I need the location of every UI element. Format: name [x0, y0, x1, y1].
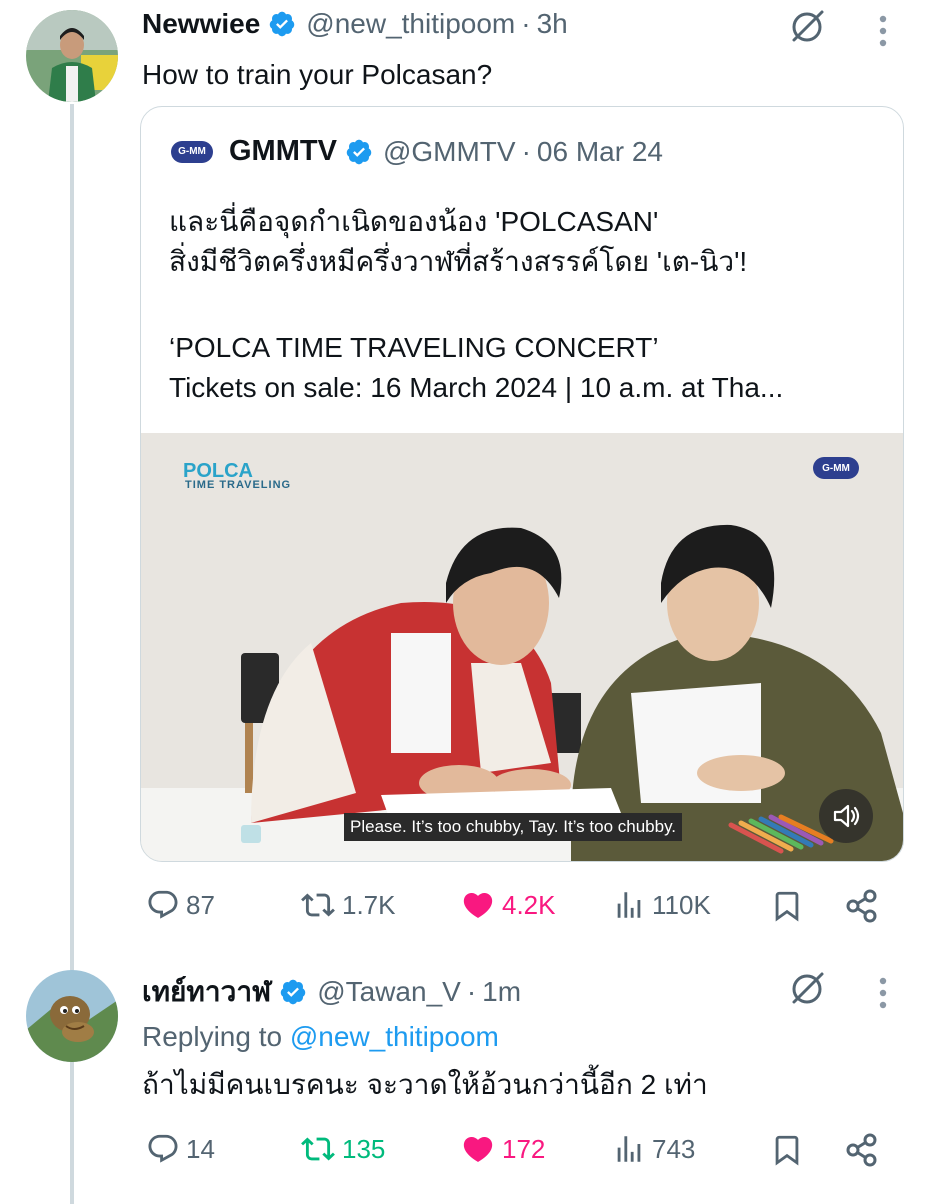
tweet2-header: เทย์ทาวาฬ @Tawan_V · 1m: [142, 970, 521, 1014]
repost-button[interactable]: 135: [300, 1132, 385, 1166]
verified-icon: [279, 978, 307, 1006]
replying-to-link[interactable]: @new_thitipoom: [290, 1021, 499, 1052]
video-frame: POLCA: [141, 433, 903, 861]
tweet1-dot-separator: ·: [521, 8, 531, 39]
video-subtitle: Please. It’s too chubby, Tay. It’s too c…: [344, 813, 683, 841]
more-icon[interactable]: [878, 14, 888, 48]
tweet1-header: Newwiee @new_thitipoom · 3h: [142, 8, 568, 40]
tweet2-author-handle[interactable]: @Tawan_V: [317, 976, 461, 1008]
like-button[interactable]: 4.2K: [460, 888, 556, 922]
quoted-text-line-4: Tickets on sale: 16 March 2024 | 10 a.m.…: [169, 372, 784, 403]
tweet1-author-handle[interactable]: @new_thitipoom: [306, 8, 515, 40]
quoted-text-line-2: สิ่งมีชีวิตครึ่งหมีครึ่งวาฬที่สร้างสรรค์…: [169, 246, 748, 277]
reply-count: 14: [186, 1133, 215, 1164]
repost-button[interactable]: 1.7K: [300, 888, 396, 922]
reply-count: 87: [186, 889, 215, 920]
quoted-author-name[interactable]: GMMTV: [229, 135, 337, 168]
repost-count: 1.7K: [342, 889, 396, 920]
tweet2-dot-separator: ·: [466, 976, 477, 1007]
tweet2-text: ถ้าไม่มีคนเบรคนะ จะวาดให้อ้วนกว่านี้อีก …: [142, 1069, 708, 1100]
views-icon: [617, 892, 641, 918]
views-icon: [617, 1136, 641, 1162]
views-button[interactable]: 110K: [612, 888, 711, 922]
reply-button[interactable]: 14: [146, 1132, 215, 1166]
like-count: 172: [502, 1133, 546, 1164]
quoted-tweet-header: G-MM GMMTV @GMMTV · 06 Mar 24: [171, 135, 663, 168]
mute-icon[interactable]: [819, 789, 873, 843]
repost-icon: [301, 1137, 335, 1161]
bookmark-icon: [775, 1135, 799, 1166]
like-icon: [463, 892, 493, 918]
video-logo-left: TIME TRAVELING: [185, 479, 292, 491]
bookmark-icon: [775, 891, 799, 922]
replying-to-prefix: Replying to: [142, 1021, 283, 1052]
tweet1-text: How to train your Polcasan?: [142, 59, 493, 90]
share-button[interactable]: [844, 1132, 886, 1168]
avatar-tawan[interactable]: [26, 970, 118, 1062]
bookmark-button[interactable]: [770, 1132, 810, 1168]
quoted-author-handle[interactable]: @GMMTV: [383, 136, 516, 168]
reply-icon: [148, 1134, 178, 1163]
gmmtv-avatar[interactable]: G-MM: [171, 140, 213, 163]
like-icon: [463, 1136, 493, 1162]
reply-button[interactable]: 87: [146, 888, 215, 922]
tweet1-author-name[interactable]: Newwiee: [142, 8, 260, 40]
share-button[interactable]: [844, 888, 886, 924]
views-count: 743: [652, 1133, 696, 1164]
tweet2-author-name[interactable]: เทย์ทาวาฬ: [142, 970, 271, 1014]
share-icon: [846, 1133, 877, 1167]
like-button[interactable]: 172: [460, 1132, 545, 1166]
reply-icon: [148, 890, 178, 919]
quoted-dot-separator: ·: [521, 135, 531, 167]
video-logo-right: G-MM: [813, 457, 859, 479]
verified-icon: [268, 10, 296, 38]
quoted-text-line-3: ‘POLCA TIME TRAVELING CONCERT’: [169, 332, 659, 363]
like-count: 4.2K: [502, 889, 556, 920]
repost-count: 135: [342, 1133, 386, 1164]
views-button[interactable]: 743: [612, 1132, 695, 1166]
repost-icon: [301, 893, 335, 917]
bookmark-button[interactable]: [770, 888, 810, 924]
more-icon[interactable]: [878, 976, 888, 1010]
replying-to-line: Replying to @new_thitipoom: [142, 1018, 499, 1056]
share-icon: [846, 889, 877, 923]
quoted-tweet-card[interactable]: G-MM GMMTV @GMMTV · 06 Mar 24 และนี่คือจ…: [140, 106, 904, 862]
quoted-text-line-1: และนี่คือจุดกำเนิดของน้อง 'POLCASAN': [169, 206, 659, 237]
verified-icon: [345, 138, 373, 166]
video-player[interactable]: POLCA TIME TRAVELING G-MM Please. It’s t…: [141, 433, 903, 861]
quoted-timestamp[interactable]: 06 Mar 24: [537, 136, 663, 168]
grok-icon[interactable]: [788, 6, 828, 46]
tweet2-timestamp[interactable]: 1m: [482, 976, 521, 1008]
avatar-newwiee[interactable]: [26, 10, 118, 102]
tweet1-timestamp[interactable]: 3h: [537, 8, 568, 40]
grok-icon[interactable]: [788, 968, 828, 1008]
views-count: 110K: [652, 889, 711, 920]
